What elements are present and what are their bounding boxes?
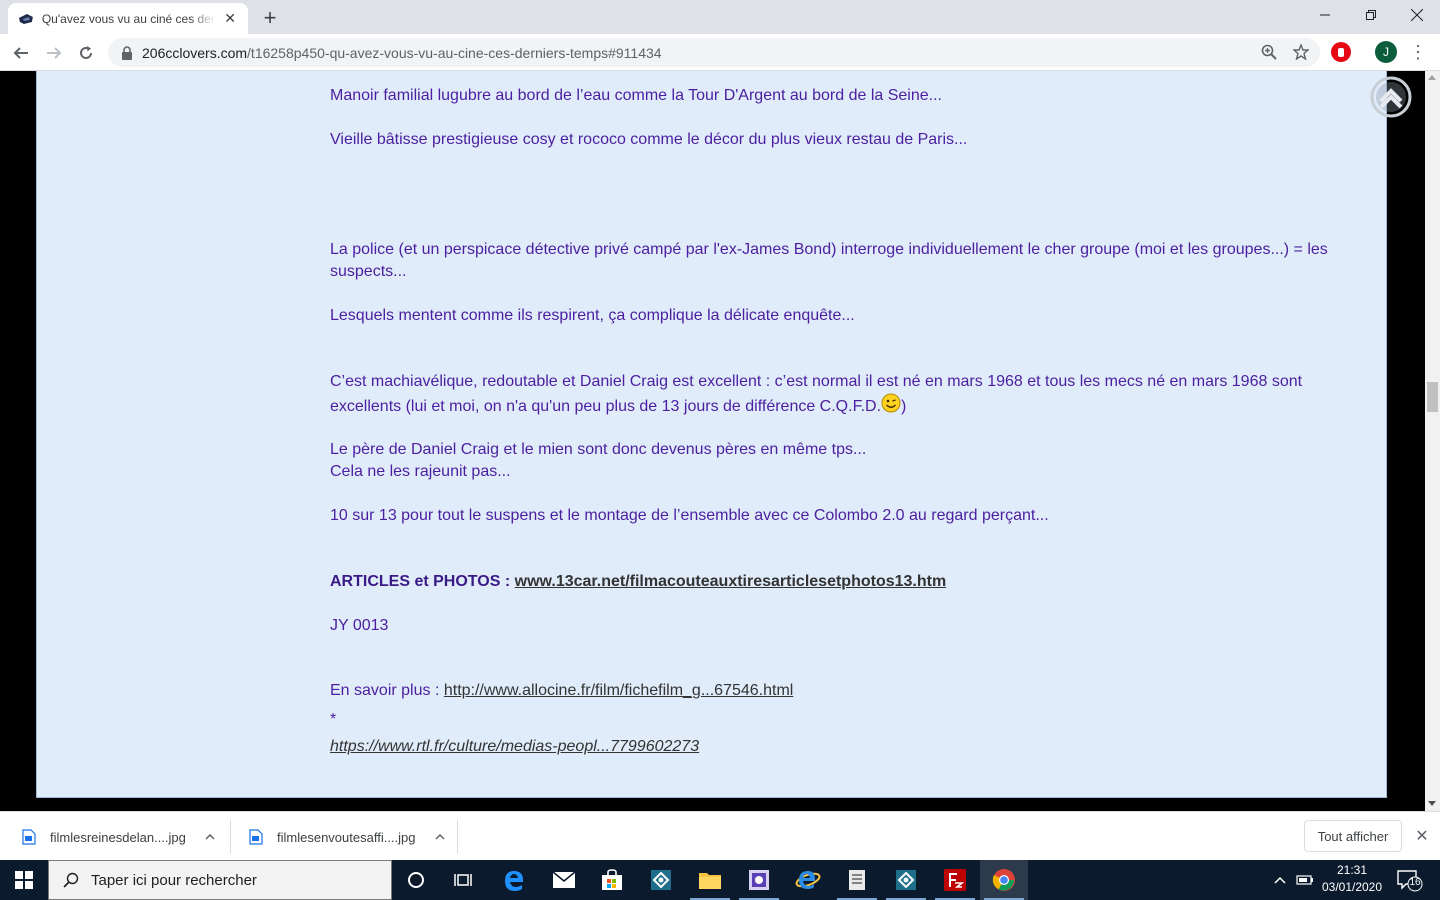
remote-app-icon[interactable]	[637, 860, 685, 900]
image-viewer-icon[interactable]	[735, 860, 783, 900]
site-favicon-icon	[18, 13, 33, 24]
browser-menu-icon[interactable]: ⋮	[1408, 40, 1428, 64]
tab-strip: Qu'avez vous vu au ciné ces derniers tem…	[0, 0, 1440, 34]
notification-center-icon[interactable]: 16	[1396, 868, 1426, 892]
post-paragraph: Le père de Daniel Craig et le mien sont …	[330, 439, 1350, 483]
minimize-icon[interactable]	[1302, 0, 1348, 30]
clock-time: 21:31	[1336, 863, 1368, 877]
tab-title: Qu'avez vous vu au ciné ces derniers tem…	[41, 11, 216, 26]
filezilla-icon[interactable]	[931, 860, 979, 900]
address-bar[interactable]: 206cclovers.com/t16258p450-qu-avez-vous-…	[108, 38, 1320, 67]
post-paragraph: Lesquels mentent comme ils respirent, ça…	[330, 307, 855, 324]
post-line: )	[901, 398, 907, 415]
bookmark-star-icon[interactable]	[1289, 40, 1313, 64]
articles-line: ARTICLES et PHOTOS : www.13car.net/filma…	[330, 571, 1350, 593]
image-file-icon	[249, 829, 263, 845]
post-line: Cela ne les rajeunit pas...	[330, 463, 511, 480]
adblock-extension-icon[interactable]	[1331, 42, 1351, 62]
zoom-icon[interactable]	[1257, 40, 1281, 64]
new-tab-icon[interactable]: +	[258, 5, 282, 30]
more-info-line: En savoir plus : http://www.allocine.fr/…	[330, 680, 1350, 702]
forward-arrow-icon[interactable]	[40, 39, 68, 67]
edge-icon[interactable]	[490, 860, 538, 900]
post-line: C’est machiavélique, redoutable et Danie…	[330, 373, 1303, 390]
mail-icon[interactable]	[540, 860, 588, 900]
tray-chevron-up-icon[interactable]	[1270, 860, 1290, 900]
chevron-up-icon[interactable]	[432, 829, 448, 845]
reload-icon[interactable]	[72, 39, 100, 67]
scroll-up-arrow-icon[interactable]	[1428, 75, 1436, 80]
post-line: Le père de Daniel Craig et le mien sont …	[330, 441, 867, 458]
download-item[interactable]: filmlesenvoutesaffi....jpg	[249, 817, 448, 857]
windows-taskbar: Taper ici pour rechercher 21:31 03/01/20…	[0, 860, 1440, 900]
post-paragraph: Manoir familial lugubre au bord de l’eau…	[330, 87, 942, 104]
scroll-to-top-icon[interactable]	[1370, 76, 1412, 118]
system-clock[interactable]: 21:31 03/01/2020	[1312, 862, 1392, 898]
download-filename: filmlesreinesdelan....jpg	[50, 829, 186, 845]
post-paragraph: Vieille bâtisse prestigieuse cosy et roc…	[330, 131, 968, 148]
remote-app-icon[interactable]	[882, 860, 930, 900]
page-viewport: Manoir familial lugubre au bord de l’eau…	[0, 71, 1425, 811]
post-paragraph: C’est machiavélique, redoutable et Danie…	[330, 371, 1350, 420]
notification-count: 16	[1409, 877, 1421, 888]
image-file-icon	[22, 829, 36, 845]
lock-icon	[122, 45, 132, 60]
clock-date: 03/01/2020	[1321, 880, 1383, 894]
close-window-icon[interactable]	[1394, 0, 1440, 30]
articles-link[interactable]: www.13car.net/filmacouteauxtiresarticles…	[515, 573, 947, 590]
scroll-down-arrow-icon[interactable]	[1428, 801, 1436, 806]
restore-icon[interactable]	[1348, 0, 1394, 30]
show-all-downloads-button[interactable]: Tout afficher	[1304, 820, 1402, 852]
signature: JY 0013	[330, 617, 389, 634]
taskbar-search-input[interactable]: Taper ici pour rechercher	[48, 860, 392, 900]
vertical-scrollbar[interactable]	[1425, 71, 1440, 811]
articles-label: ARTICLES et PHOTOS :	[330, 573, 511, 590]
back-arrow-icon[interactable]	[7, 39, 35, 67]
post-paragraph: 10 sur 13 pour tout le suspens et le mon…	[330, 507, 1049, 524]
browser-tab[interactable]: Qu'avez vous vu au ciné ces derniers tem…	[8, 3, 248, 34]
more-label: En savoir plus :	[330, 682, 440, 699]
windows-start-icon[interactable]	[0, 860, 48, 900]
chevron-up-icon[interactable]	[202, 829, 218, 845]
task-view-icon[interactable]	[440, 860, 488, 900]
download-separator	[457, 820, 458, 854]
internet-explorer-icon[interactable]	[784, 860, 832, 900]
profile-avatar[interactable]: J	[1375, 41, 1397, 63]
url-text: 206cclovers.com/t16258p450-qu-avez-vous-…	[142, 44, 662, 61]
scrollbar-thumb[interactable]	[1427, 382, 1438, 412]
browser-toolbar: 206cclovers.com/t16258p450-qu-avez-vous-…	[0, 34, 1440, 71]
file-explorer-icon[interactable]	[686, 860, 734, 900]
post-line: La police (et un perspicace détective pr…	[330, 241, 1328, 258]
cortana-icon[interactable]	[392, 860, 440, 900]
asterisk: *	[330, 711, 337, 728]
search-icon	[63, 872, 79, 888]
wink-smiley-icon	[881, 393, 901, 413]
store-icon[interactable]	[588, 860, 636, 900]
download-filename: filmlesenvoutesaffi....jpg	[277, 829, 416, 845]
rtl-link[interactable]: https://www.rtl.fr/culture/medias-peopl.…	[330, 738, 699, 755]
rtl-line: https://www.rtl.fr/culture/medias-peopl.…	[330, 736, 1350, 758]
allocine-link[interactable]: http://www.allocine.fr/film/fichefilm_g.…	[444, 682, 793, 699]
search-placeholder: Taper ici pour rechercher	[91, 871, 257, 889]
post-paragraph: La police (et un perspicace détective pr…	[330, 239, 1350, 283]
close-tab-icon[interactable]: ✕	[222, 10, 238, 27]
chrome-icon[interactable]	[980, 860, 1028, 900]
forum-post: Manoir familial lugubre au bord de l’eau…	[36, 71, 1387, 798]
post-line: suspects...	[330, 263, 407, 280]
document-app-icon[interactable]	[833, 860, 881, 900]
download-shelf: filmlesreinesdelan....jpg filmlesenvoute…	[0, 811, 1440, 860]
download-item[interactable]: filmlesreinesdelan....jpg	[22, 817, 218, 857]
close-download-shelf-icon[interactable]: ✕	[1412, 826, 1432, 846]
download-separator	[230, 820, 231, 854]
post-line: excellents (lui et moi, on n'a qu'un peu…	[330, 398, 882, 415]
